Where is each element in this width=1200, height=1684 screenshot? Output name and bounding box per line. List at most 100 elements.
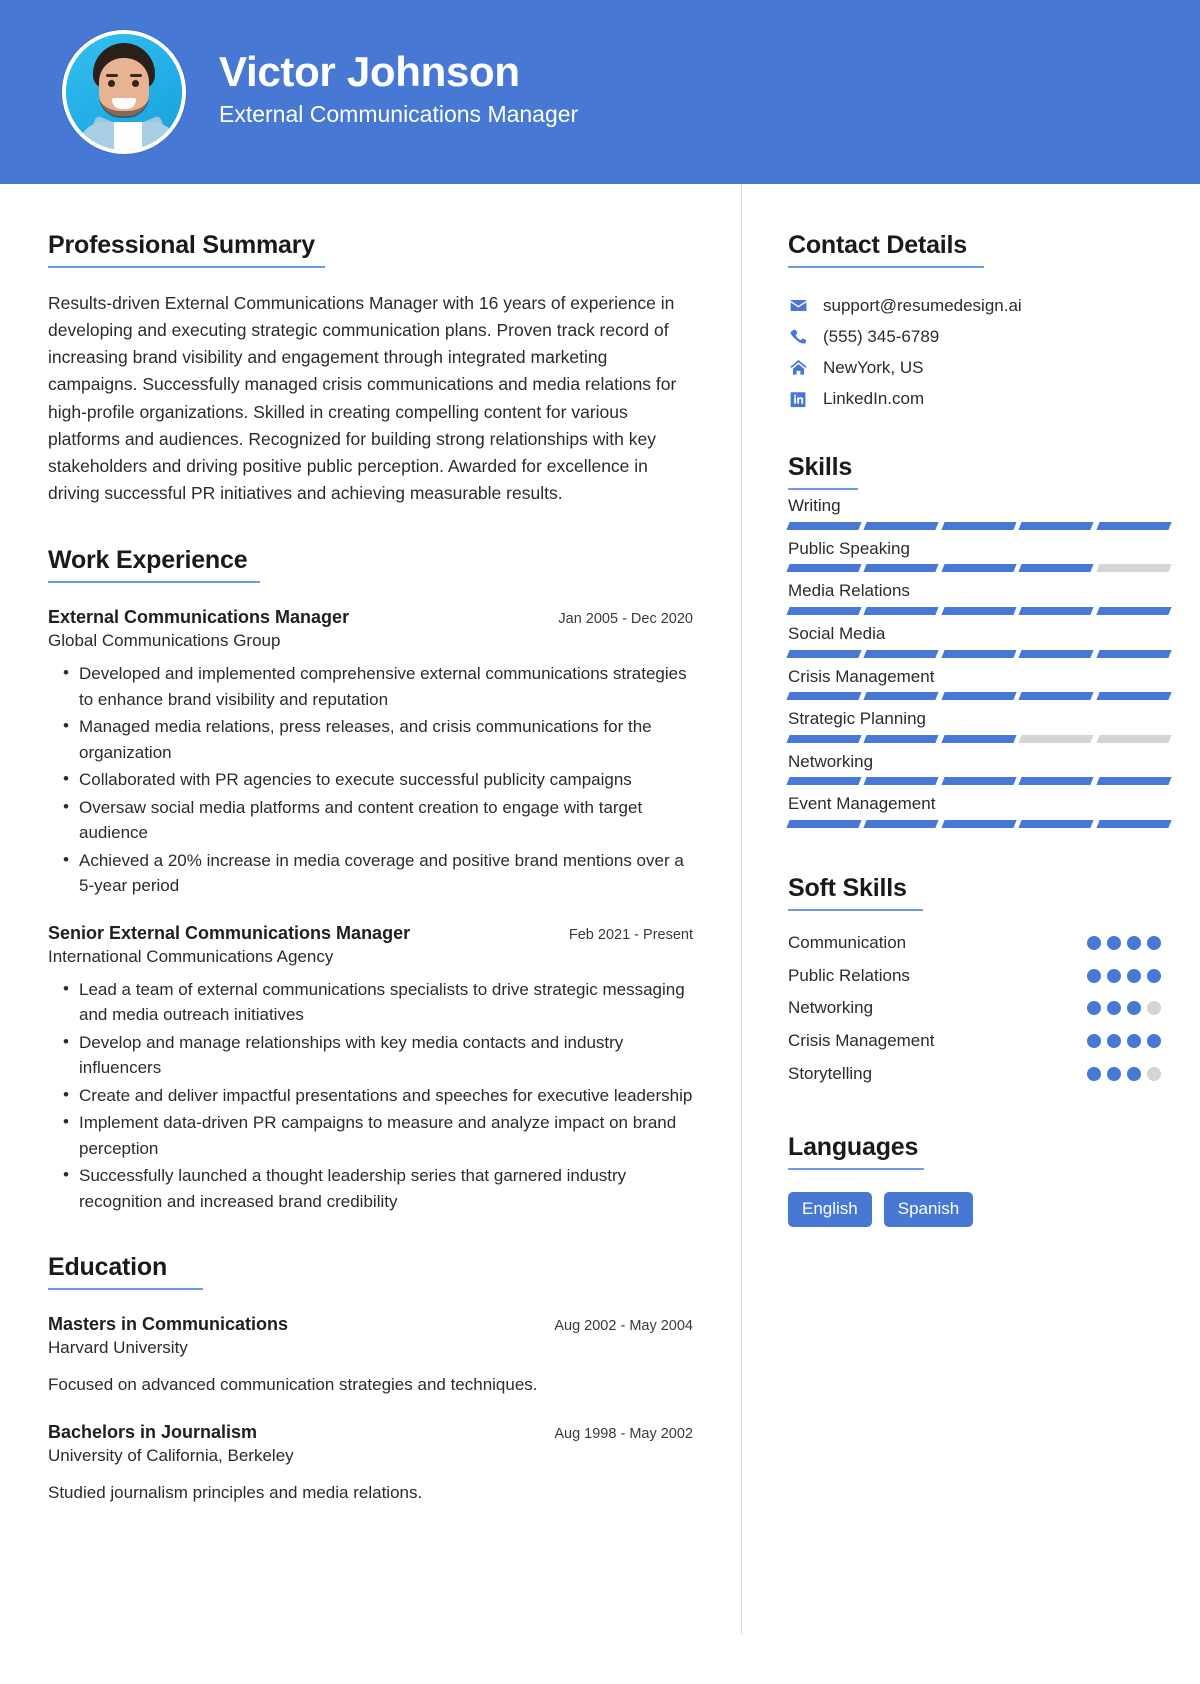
section-title-contact: Contact Details: [788, 231, 967, 259]
skill-item: Networking: [786, 750, 1172, 786]
main-column: Professional Summary Results-driven Exte…: [0, 184, 741, 1634]
section-underline: [48, 581, 260, 583]
rating-dot: [1087, 1034, 1101, 1049]
rating-dot: [1107, 1034, 1121, 1049]
soft-skill-rating: [1087, 931, 1170, 951]
soft-skill-row: Networking: [788, 996, 1170, 1021]
resume-entry: External Communications Manager Jan 2005 …: [48, 607, 693, 899]
rating-dot: [1087, 968, 1101, 983]
education-entry-list: Masters in Communications Aug 2002 - May …: [48, 1314, 693, 1505]
section-underline: [48, 1288, 203, 1290]
skill-item: Crisis Management: [786, 665, 1172, 701]
soft-skill-name: Public Relations: [788, 965, 910, 985]
contact-row[interactable]: NewYork, US: [788, 352, 1170, 383]
entry-organization: International Communications Agency: [48, 946, 334, 966]
contact-value: LinkedIn.com: [823, 388, 925, 408]
contact-value: NewYork, US: [823, 357, 924, 377]
contact-list: support@resumedesign.ai (555) 345-6789 New…: [788, 290, 1170, 414]
entry-bullet: Create and deliver impactful presentatio…: [48, 1082, 693, 1109]
skill-bar-segment: [863, 777, 940, 786]
soft-skill-rating: [1087, 996, 1170, 1016]
candidate-name: Victor Johnson: [219, 48, 520, 96]
soft-skill-name: Crisis Management: [788, 1031, 935, 1051]
entry-header: Senior External Communications Manager Fe…: [48, 923, 693, 944]
skill-bar-segment: [786, 692, 863, 701]
contact-value: (555) 345-6789: [823, 326, 940, 346]
soft-skill-name: Communication: [788, 933, 907, 953]
skill-item: Social Media: [786, 622, 1172, 658]
skill-bar-segment: [863, 564, 940, 573]
skill-name: Media Relations: [788, 581, 910, 601]
skill-bar-segment: [1018, 692, 1095, 701]
section-work-experience: Work Experience External Communications …: [48, 545, 693, 1214]
skill-bar-segment: [1018, 734, 1095, 743]
entry-bullet: Successfully launched a thought leadersh…: [48, 1162, 693, 1214]
contact-row[interactable]: LinkedIn.com: [788, 383, 1170, 414]
skill-bar-segment: [786, 521, 863, 530]
work-entry-list: External Communications Manager Jan 2005 …: [48, 607, 693, 1214]
section-underline: [788, 909, 923, 912]
skill-name: Event Management: [788, 794, 936, 814]
resume-entry: Senior External Communications Manager Fe…: [48, 923, 693, 1215]
skill-level-bar: [786, 606, 1172, 615]
skill-bar-segment: [941, 734, 1017, 743]
skill-name: Public Speaking: [788, 538, 910, 558]
resume-entry: Masters in Communications Aug 2002 - May …: [48, 1314, 693, 1398]
entry-header: Masters in Communications Aug 2002 - May …: [48, 1314, 693, 1335]
header-text: Victor Johnson External Communications M…: [219, 48, 578, 136]
skill-bar-segment: [1096, 777, 1172, 786]
entry-header: Bachelors in Journalism Aug 1998 - May 20…: [48, 1422, 693, 1443]
entry-description: Studied journalism principles and media …: [48, 1482, 423, 1502]
soft-skill-rating: [1087, 1029, 1170, 1049]
section-underline: [788, 488, 858, 490]
skill-level-bar: [786, 521, 1172, 530]
phone-icon: [788, 328, 808, 346]
rating-dot: [1087, 936, 1101, 951]
soft-skill-row: Crisis Management: [788, 1029, 1170, 1054]
entry-bullet-list: Lead a team of external communications s…: [48, 976, 693, 1215]
rating-dot: [1127, 968, 1141, 983]
entry-bullet: Develop and manage relationships with ke…: [48, 1029, 693, 1081]
soft-skill-rating: [1087, 1062, 1170, 1081]
skill-bar-segment: [941, 564, 1017, 573]
skill-bar-segment: [1018, 820, 1095, 829]
entry-date: Feb 2021 - Present: [568, 926, 693, 943]
rating-dot: [1087, 1066, 1101, 1081]
language-chip: English: [788, 1192, 872, 1227]
skill-name: Strategic Planning: [788, 709, 926, 729]
language-chip: Spanish: [883, 1192, 974, 1227]
entry-bullet: Collaborated with PR agencies to execute…: [48, 766, 693, 793]
resume-header: Victor Johnson External Communications M…: [0, 0, 1200, 184]
rating-dot: [1107, 936, 1121, 951]
skill-bar-segment: [941, 649, 1017, 658]
section-languages: Languages English Spanish: [788, 1132, 1170, 1227]
resume-entry: Bachelors in Journalism Aug 1998 - May 20…: [48, 1422, 693, 1506]
avatar: [62, 30, 186, 154]
entry-title: Senior External Communications Manager: [48, 922, 411, 943]
skill-level-bar: [786, 734, 1172, 743]
skill-bar-segment: [1018, 649, 1095, 658]
entry-bullet-list: Developed and implemented comprehensive …: [48, 660, 693, 899]
entry-title: Masters in Communications: [48, 1314, 289, 1334]
skill-bar-segment: [941, 692, 1017, 701]
section-title-education: Education: [48, 1253, 168, 1281]
candidate-role: External Communications Manager: [219, 101, 579, 128]
skill-bar-segment: [863, 649, 940, 658]
rating-dot: [1127, 1001, 1141, 1016]
contact-value: support@resumedesign.ai: [823, 295, 1022, 315]
skill-bar-segment: [941, 521, 1017, 530]
contact-row[interactable]: support@resumedesign.ai: [788, 290, 1170, 321]
skill-bar-segment: [941, 777, 1017, 786]
language-chip-list: English Spanish: [788, 1192, 1170, 1227]
section-underline: [788, 266, 984, 268]
section-soft-skills: Soft Skills Communication Public Relation…: [788, 873, 1170, 1086]
envelope-icon: [788, 296, 808, 315]
entry-organization: University of California, Berkeley: [48, 1445, 294, 1465]
skill-bar-segment: [786, 734, 863, 743]
contact-row[interactable]: (555) 345-6789: [788, 321, 1170, 352]
skill-level-bar: [786, 564, 1172, 573]
skill-level-bar: [786, 649, 1172, 658]
skill-bar-segment: [1018, 564, 1095, 573]
skill-name: Networking: [788, 751, 874, 771]
skill-bar-segment: [941, 606, 1017, 615]
